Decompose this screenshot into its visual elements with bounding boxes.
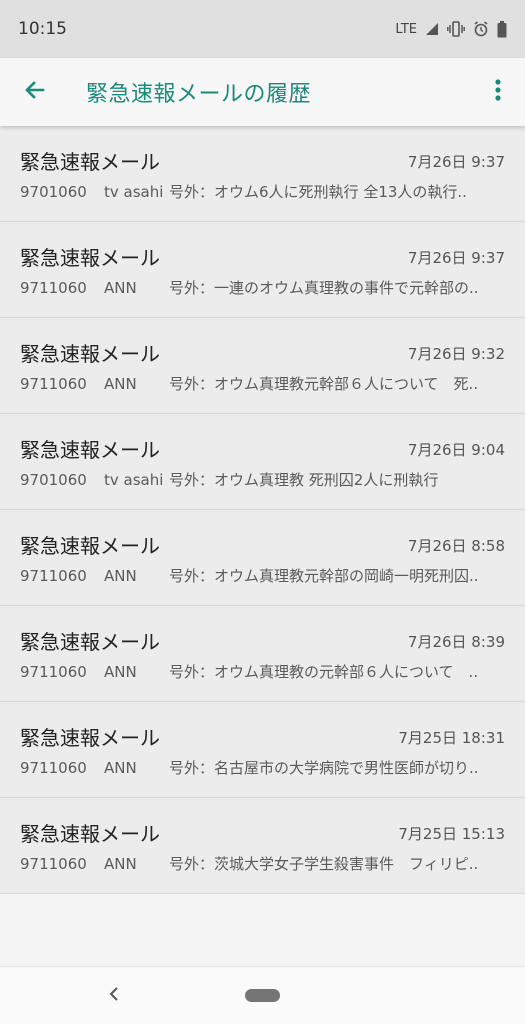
item-title: 緊急速報メール	[20, 630, 160, 654]
item-text: 号外：オウム真理教の元幹部６人について ..	[169, 663, 479, 681]
item-title: 緊急速報メール	[20, 726, 160, 750]
item-body: 9701060 tv asahi 号外：オウム真理教 死刑囚2人に刑執行	[20, 469, 505, 490]
item-body: 9711060 ANN 号外：茨城大学女子学生殺害事件 フィリピ..	[20, 853, 505, 874]
signal-icon	[425, 22, 439, 36]
item-sender: ANN	[104, 375, 137, 393]
item-body: 9711060 ANN 号外：名古屋市の大学病院で男性医師が切り..	[20, 757, 505, 778]
item-text: 号外：茨城大学女子学生殺害事件 フィリピ..	[169, 855, 479, 873]
item-body: 9711060 ANN 号外：オウム真理教元幹部６人について 死..	[20, 373, 505, 394]
item-sender: ANN	[104, 855, 137, 873]
message-list: 緊急速報メール 7月26日 9:37 9701060 tv asahi 号外：オウム…	[0, 126, 525, 894]
item-code: 9711060	[20, 759, 87, 777]
item-time: 7月26日 9:32	[407, 345, 505, 363]
chevron-left-icon	[108, 986, 120, 1006]
item-text: 号外：オウム真理教 死刑囚2人に刑執行	[169, 471, 439, 489]
list-item[interactable]: 緊急速報メール 7月26日 8:58 9711060 ANN 号外：オウム真理教元幹…	[0, 510, 525, 606]
item-code: 9711060	[20, 567, 87, 585]
item-time: 7月25日 18:31	[398, 729, 505, 747]
alarm-icon	[473, 21, 489, 37]
item-title: 緊急速報メール	[20, 150, 160, 174]
list-item[interactable]: 緊急速報メール 7月26日 8:39 9711060 ANN 号外：オウム真理教の元…	[0, 606, 525, 702]
app-bar: 緊急速報メールの履歴	[0, 58, 525, 126]
item-sender: tv asahi	[104, 471, 164, 489]
item-code: 9701060	[20, 471, 87, 489]
item-sender: tv asahi	[104, 183, 164, 201]
status-time: 10:15	[18, 19, 67, 39]
item-sender: ANN	[104, 759, 137, 777]
screen: 10:15 LTE 緊急速報メールの履歴 緊急速報メール 7月26日 9:37 …	[0, 0, 525, 1024]
page-title: 緊急速報メールの履歴	[86, 82, 312, 107]
home-pill-button[interactable]	[245, 989, 280, 1002]
list-item[interactable]: 緊急速報メール 7月25日 18:31 9711060 ANN 号外：名古屋市の大学…	[0, 702, 525, 798]
item-text: 号外：オウム6人に死刑執行 全13人の執行..	[169, 183, 467, 201]
item-time: 7月26日 8:58	[407, 537, 505, 555]
item-title: 緊急速報メール	[20, 246, 160, 270]
item-text: 号外：オウム真理教元幹部６人について 死..	[169, 375, 479, 393]
item-body: 9701060 tv asahi 号外：オウム6人に死刑執行 全13人の執行..	[20, 181, 505, 202]
item-title: 緊急速報メール	[20, 822, 160, 846]
item-code: 9711060	[20, 855, 87, 873]
list-item[interactable]: 緊急速報メール 7月26日 9:37 9701060 tv asahi 号外：オウム…	[0, 126, 525, 222]
list-item[interactable]: 緊急速報メール 7月25日 15:13 9711060 ANN 号外：茨城大学女子学…	[0, 798, 525, 894]
item-code: 9711060	[20, 279, 87, 297]
item-code: 9711060	[20, 663, 87, 681]
status-bar: 10:15 LTE	[0, 0, 525, 58]
item-time: 7月25日 15:13	[398, 825, 505, 843]
more-vert-icon	[494, 78, 502, 106]
item-time: 7月26日 9:04	[407, 441, 505, 459]
navigation-bar	[0, 966, 525, 1024]
list-item[interactable]: 緊急速報メール 7月26日 9:04 9701060 tv asahi 号外：オウム…	[0, 414, 525, 510]
arrow-left-icon	[23, 78, 47, 106]
item-title: 緊急速報メール	[20, 534, 160, 558]
back-button[interactable]	[0, 58, 70, 126]
list-item[interactable]: 緊急速報メール 7月26日 9:32 9711060 ANN 号外：オウム真理教元幹…	[0, 318, 525, 414]
item-time: 7月26日 9:37	[407, 153, 505, 171]
item-time: 7月26日 9:37	[407, 249, 505, 267]
item-sender: ANN	[104, 279, 137, 297]
item-sender: ANN	[104, 663, 137, 681]
nav-back-button[interactable]	[102, 983, 126, 1009]
vibrate-icon	[447, 21, 465, 37]
item-body: 9711060 ANN 号外：オウム真理教の元幹部６人について ..	[20, 661, 505, 682]
battery-icon	[497, 20, 507, 38]
item-sender: ANN	[104, 567, 137, 585]
status-icons: LTE	[395, 20, 507, 38]
item-code: 9701060	[20, 183, 87, 201]
item-body: 9711060 ANN 号外：一連のオウム真理教の事件で元幹部の..	[20, 277, 505, 298]
item-body: 9711060 ANN 号外：オウム真理教元幹部の岡崎一明死刑囚..	[20, 565, 505, 586]
item-title: 緊急速報メール	[20, 342, 160, 366]
item-time: 7月26日 8:39	[407, 633, 505, 651]
item-text: 号外：名古屋市の大学病院で男性医師が切り..	[169, 759, 479, 777]
item-text: 号外：一連のオウム真理教の事件で元幹部の..	[169, 279, 479, 297]
item-title: 緊急速報メール	[20, 438, 160, 462]
network-type-label: LTE	[395, 21, 417, 37]
item-code: 9711060	[20, 375, 87, 393]
overflow-menu-button[interactable]	[471, 58, 525, 126]
list-item[interactable]: 緊急速報メール 7月26日 9:37 9711060 ANN 号外：一連のオウム真理…	[0, 222, 525, 318]
item-text: 号外：オウム真理教元幹部の岡崎一明死刑囚..	[169, 567, 479, 585]
